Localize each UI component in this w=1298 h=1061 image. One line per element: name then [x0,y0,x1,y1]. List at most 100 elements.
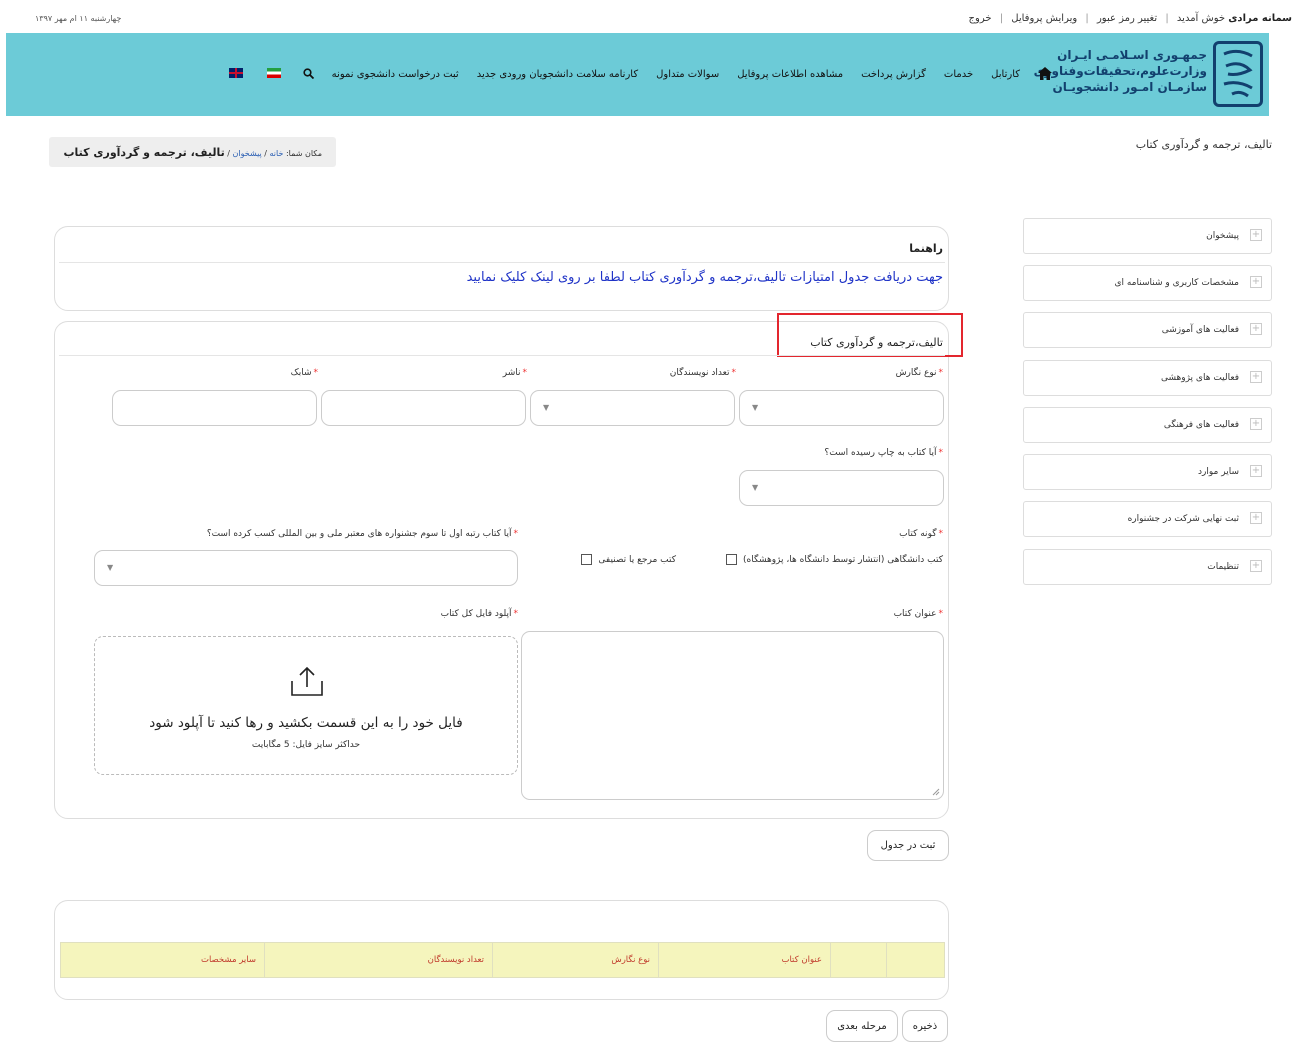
table-header-cell [830,942,887,978]
nav-item-faq[interactable]: سوالات متداول [656,69,719,80]
writing-type-select[interactable]: ▼ [739,390,944,426]
rank-select[interactable]: ▼ [94,550,518,586]
file-dropzone[interactable]: فایل خود را به این قسمت بکشید و رها کنید… [94,636,518,775]
caret-down-icon: ▼ [107,563,114,572]
separator: | [999,13,1004,24]
nav-item-cartable[interactable]: کارتابل [991,69,1020,80]
sidebar-item-label: ثبت نهایی شرکت در جشنواره [1127,514,1239,524]
publisher-input[interactable] [321,390,526,426]
sidebar-item-label: مشخصات کاربری و شناسنامه ای [1114,278,1239,288]
breadcrumb-home-link[interactable]: خانه [270,149,284,158]
kind-option-reference[interactable]: کتب مرجع یا تصنیفی [581,554,676,565]
writing-type-label: *نوع نگارش [895,368,943,378]
caret-down-icon: ▼ [752,403,759,412]
sidebar-item-label: فعالیت های پژوهشی [1160,373,1239,383]
page-title: تالیف، ترجمه و گردآوری کتاب [1135,138,1272,151]
plus-icon: + [1250,276,1262,288]
edit-profile-link[interactable]: ویرایش پروفایل [1011,13,1077,24]
guide-panel [54,226,949,311]
nav-item-model-student[interactable]: ثبت درخواست دانشجوی نمونه [332,69,459,80]
iran-flag-icon[interactable] [266,68,281,81]
uk-flag-icon[interactable] [228,68,243,81]
sidebar-item-settings[interactable]: + تنظیمات [1023,549,1272,585]
sidebar-item-dashboard[interactable]: + پیشخوان [1023,218,1272,254]
resize-handle-icon[interactable] [932,788,940,796]
plus-icon: + [1250,418,1262,430]
top-bar: سمانه مرادی خوش آمدید | تغییر رمز عبور |… [0,0,1298,33]
sidebar-item-label: فعالیت های فرهنگی [1163,420,1239,430]
site-logo[interactable]: جمهـوری اسـلامـی ایـران وزارت‌علوم،تحقیق… [1034,41,1263,107]
sidebar-item-label: سایر موارد [1198,467,1239,477]
upload-message: فایل خود را به این قسمت بکشید و رها کنید… [149,715,463,731]
sidebar-item-label: فعالیت های آموزشی [1161,325,1239,335]
results-table: عنوان کتاب نوع نگارش تعداد نویسندگان سای… [60,942,945,978]
next-step-button[interactable]: مرحله بعدی [826,1010,898,1042]
guide-title: راهنما [909,242,943,255]
logout-link[interactable]: خروج [969,13,992,24]
change-password-link[interactable]: تغییر رمز عبور [1097,13,1157,24]
sidebar-item-research[interactable]: + فعالیت های پژوهشی [1023,360,1272,396]
checkbox[interactable] [581,554,593,565]
sidebar-item-cultural[interactable]: + فعالیت های فرهنگی [1023,407,1272,443]
table-header-authors-count: تعداد نویسندگان [264,942,493,978]
nav-item-services[interactable]: خدمات [944,69,973,80]
table-header-writing-type: نوع نگارش [492,942,659,978]
highlight-box [777,313,963,357]
plus-icon: + [1250,371,1262,383]
divider [59,262,945,263]
search-icon[interactable] [303,67,314,82]
isbn-input[interactable] [112,390,317,426]
table-header-other-details: سایر مشخصات [60,942,265,978]
breadcrumb-dashboard-link[interactable]: پیشخوان [233,149,262,158]
score-table-link[interactable]: جهت دریافت جدول امتیازات تالیف،ترجمه و گ… [467,270,943,285]
kind-option-university[interactable]: کتب دانشگاهی (انتشار توسط دانشگاه ها، پژ… [726,554,943,565]
caret-down-icon: ▼ [543,403,550,412]
published-select[interactable]: ▼ [739,470,944,506]
save-button[interactable]: ذخیره [902,1010,948,1042]
logo-line-1: جمهـوری اسـلامـی ایـران [1057,48,1207,62]
breadcrumb-prefix: مکان شما: [285,149,322,158]
table-header-row: عنوان کتاب نوع نگارش تعداد نویسندگان سای… [60,942,945,978]
breadcrumb: مکان شما: خانه / پیشخوان / تالیف، ترجمه … [49,137,336,167]
separator: | [1165,13,1169,24]
upload-label: *آپلود فایل کل کتاب [440,609,518,619]
sidebar-item-final-submit[interactable]: + ثبت نهایی شرکت در جشنواره [1023,501,1272,537]
form-title: تالیف،ترجمه و گردآوری کتاب [810,336,943,349]
book-title-label: *عنوان کتاب [893,609,943,619]
sidebar-item-label: تنظیمات [1207,562,1239,572]
site-header: جمهـوری اسـلامـی ایـران وزارت‌علوم،تحقیق… [6,33,1269,116]
nav-item-health-report[interactable]: کارنامه سلامت دانشجویان ورودی جدید [477,69,638,80]
sidebar-item-user-info[interactable]: + مشخصات کاربری و شناسنامه ای [1023,265,1272,301]
welcome-text: خوش آمدید [1176,13,1226,24]
plus-icon: + [1250,229,1262,241]
authors-count-select[interactable]: ▼ [530,390,735,426]
logo-emblem [1213,41,1263,107]
sidebar-item-other[interactable]: + سایر موارد [1023,454,1272,490]
isbn-label: *شابک [290,368,318,378]
user-menu: سمانه مرادی خوش آمدید | تغییر رمز عبور |… [969,13,1292,24]
checkbox[interactable] [726,554,737,565]
breadcrumb-separator: / [224,149,230,158]
table-header-cell [886,942,945,978]
breadcrumb-separator: / [261,149,267,158]
upload-icon [291,666,323,696]
breadcrumb-current: تالیف، ترجمه و گردآوری کتاب [63,146,225,159]
divider [59,355,945,356]
nav-item-payment-report[interactable]: گزارش پرداخت [861,69,926,80]
published-label: *آیا کتاب به چاپ رسیده است؟ [824,448,943,458]
plus-icon: + [1250,512,1262,524]
submit-to-table-button[interactable]: ثبت در جدول [867,830,949,861]
logo-line-3: سازمـان امـور دانشجویـان [1052,80,1207,94]
caret-down-icon: ▼ [752,483,759,492]
nav-item-profile[interactable]: مشاهده اطلاعات پروفایل [737,69,843,80]
sidebar-item-label: پیشخوان [1206,231,1239,241]
sidebar-item-educational[interactable]: + فعالیت های آموزشی [1023,312,1272,348]
book-title-textarea[interactable] [521,631,944,800]
plus-icon: + [1250,465,1262,477]
main-nav: کارتابل خدمات گزارش پرداخت مشاهده اطلاعا… [211,65,1052,84]
home-icon[interactable] [1038,65,1052,84]
table-header-book-title: عنوان کتاب [658,942,831,978]
book-kind-label: *گونه کتاب [899,529,943,539]
publisher-label: *ناشر [502,368,527,378]
plus-icon: + [1250,560,1262,572]
